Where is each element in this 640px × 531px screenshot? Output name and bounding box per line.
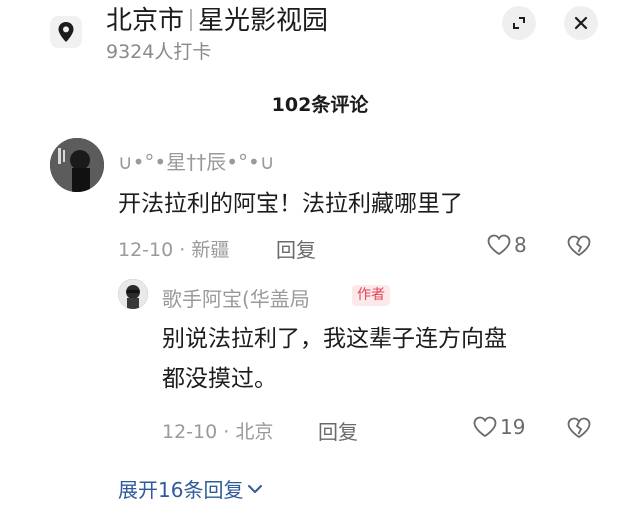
close-button[interactable] bbox=[564, 6, 598, 40]
reply-text-line-1: 别说法拉利了，我这辈子连方向盘 bbox=[162, 326, 507, 352]
comment-text: 开法拉利的阿宝！法拉利藏哪里了 bbox=[118, 191, 463, 217]
location-title[interactable]: 北京市 星光影视园 bbox=[106, 4, 328, 38]
reply-reply-button[interactable]: 回复 bbox=[318, 416, 358, 445]
title-divider bbox=[190, 9, 193, 31]
avatar-image bbox=[50, 138, 104, 192]
comment-dislike-button[interactable] bbox=[566, 234, 592, 262]
reply-username[interactable]: 歌手阿宝(华盖局 bbox=[162, 283, 310, 312]
checkin-count: 9324人打卡 bbox=[106, 41, 212, 63]
location-pin-button[interactable] bbox=[50, 16, 82, 48]
expand-replies-label: 展开16条回复 bbox=[118, 478, 244, 502]
location-header: 北京市 星光影视园 9324人打卡 bbox=[0, 0, 640, 78]
heart-icon bbox=[487, 234, 511, 256]
reply-avatar-image bbox=[118, 279, 148, 309]
comment-like-count: 8 bbox=[514, 233, 527, 257]
expand-icon bbox=[513, 17, 525, 29]
place-name: 星光影视园 bbox=[198, 6, 329, 36]
broken-heart-icon bbox=[567, 417, 591, 439]
heart-icon bbox=[473, 416, 497, 438]
reply-time-location: 12-10 · 北京 bbox=[162, 421, 274, 443]
comment-username[interactable]: ∪•°•星††辰•°•∪ bbox=[118, 146, 274, 175]
reply-dislike-button[interactable] bbox=[566, 416, 592, 444]
reply-avatar[interactable] bbox=[118, 279, 148, 309]
location-pin-icon bbox=[58, 22, 74, 42]
expand-button[interactable] bbox=[502, 6, 536, 40]
reply-like-button[interactable]: 19 bbox=[472, 415, 525, 439]
comment-reply-button[interactable]: 回复 bbox=[276, 234, 316, 263]
city-name: 北京市 bbox=[106, 6, 185, 36]
comment-like-button[interactable]: 8 bbox=[486, 233, 527, 257]
comment-time-location: 12-10 · 新疆 bbox=[118, 239, 230, 261]
chevron-down-icon bbox=[248, 484, 263, 493]
close-icon bbox=[574, 16, 588, 30]
broken-heart-icon bbox=[567, 235, 591, 257]
author-badge: 作者 bbox=[352, 285, 390, 306]
expand-replies-button[interactable]: 展开16条回复 bbox=[118, 474, 264, 503]
reply-like-count: 19 bbox=[500, 415, 526, 439]
avatar[interactable] bbox=[50, 138, 104, 192]
reply-text-line-2: 都没摸过。 bbox=[162, 366, 277, 392]
comments-count-title: 102条评论 bbox=[271, 94, 369, 116]
